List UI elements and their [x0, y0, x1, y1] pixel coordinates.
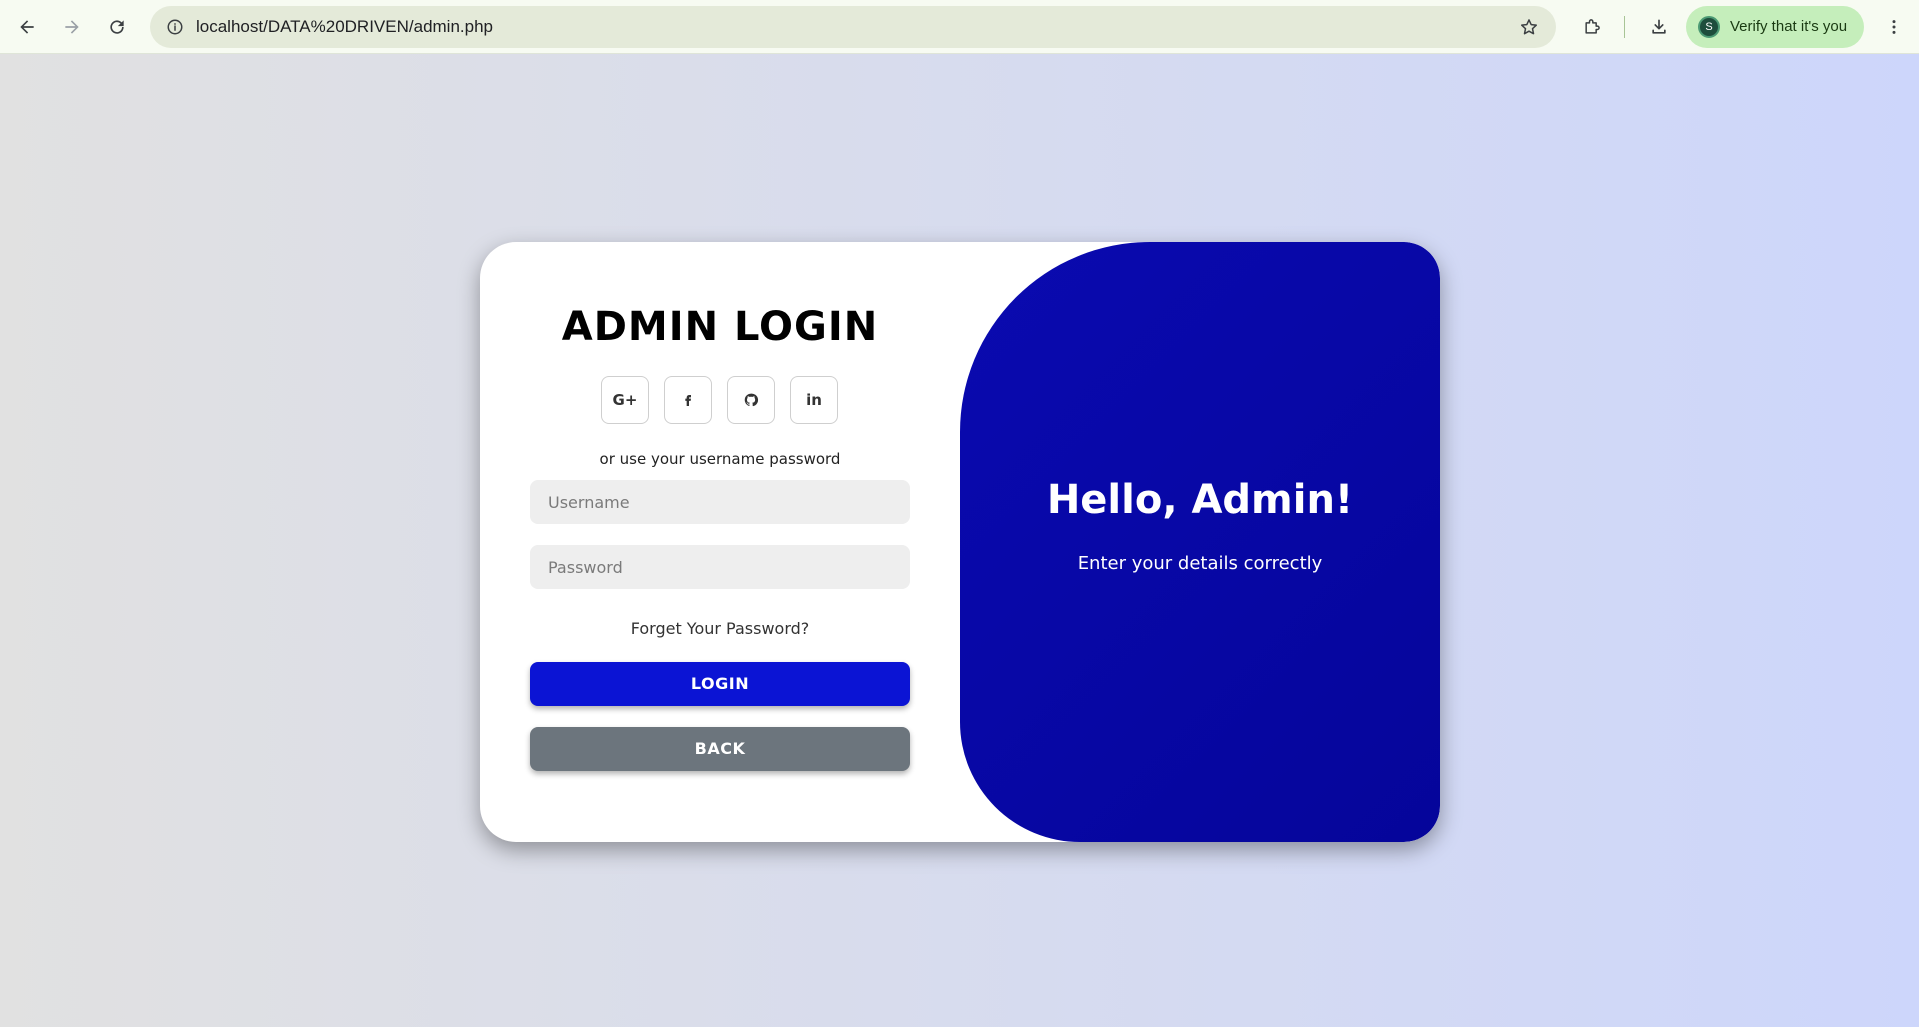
facebook-icon: [685, 395, 691, 406]
arrow-left-icon: [20, 20, 34, 34]
page-title: ADMIN LOGIN: [561, 304, 879, 350]
github-button[interactable]: [727, 376, 775, 424]
google-plus-icon: G+: [612, 391, 638, 409]
forward-button[interactable]: [54, 9, 90, 45]
reload-icon: [110, 20, 124, 34]
linkedin-icon: in: [806, 391, 822, 409]
url-text[interactable]: localhost/DATA%20DRIVEN/admin.php: [196, 6, 493, 48]
page-background: ADMIN LOGIN G+ in or use your username p…: [0, 54, 1919, 1027]
back-button-form[interactable]: BACK: [530, 727, 910, 771]
toolbar-divider: [1624, 16, 1625, 38]
social-login-row: G+ in: [601, 376, 839, 426]
alt-login-text: or use your username password: [599, 450, 841, 468]
download-icon: [1652, 19, 1666, 34]
verify-identity-chip[interactable]: S Verify that it's you: [1686, 6, 1864, 48]
downloads-button[interactable]: [1641, 9, 1677, 45]
browser-toolbar: localhost/DATA%20DRIVEN/admin.php S Veri…: [0, 0, 1919, 54]
puzzle-icon: [1585, 19, 1600, 34]
address-bar[interactable]: localhost/DATA%20DRIVEN/admin.php: [150, 6, 1556, 48]
arrow-right-icon: [65, 20, 79, 34]
welcome-title: Hello, Admin!: [1046, 477, 1354, 523]
facebook-button[interactable]: [664, 376, 712, 424]
site-info-icon: [167, 19, 183, 35]
login-form-panel: ADMIN LOGIN G+ in or use your username p…: [480, 242, 960, 842]
star-icon: [1521, 19, 1537, 35]
extensions-button[interactable]: [1574, 9, 1610, 45]
back-button[interactable]: [9, 9, 45, 45]
login-button[interactable]: LOGIN: [530, 662, 910, 706]
profile-avatar: S: [1698, 16, 1720, 38]
login-card: ADMIN LOGIN G+ in or use your username p…: [480, 242, 1440, 842]
reload-button[interactable]: [99, 9, 135, 45]
linkedin-button[interactable]: in: [790, 376, 838, 424]
password-field[interactable]: [530, 545, 910, 589]
site-info-button[interactable]: [162, 14, 188, 40]
google-plus-button[interactable]: G+: [601, 376, 649, 424]
browser-menu-button[interactable]: [1876, 9, 1912, 45]
welcome-subtitle: Enter your details correctly: [1077, 553, 1323, 574]
username-field[interactable]: [530, 480, 910, 524]
bookmark-button[interactable]: [1516, 14, 1542, 40]
welcome-panel: Hello, Admin! Enter your details correct…: [960, 242, 1440, 842]
verify-label: Verify that it's you: [1730, 18, 1848, 35]
forgot-password-link[interactable]: Forget Your Password?: [480, 619, 960, 638]
kebab-menu-icon: [1892, 20, 1896, 34]
github-icon: [744, 393, 759, 407]
